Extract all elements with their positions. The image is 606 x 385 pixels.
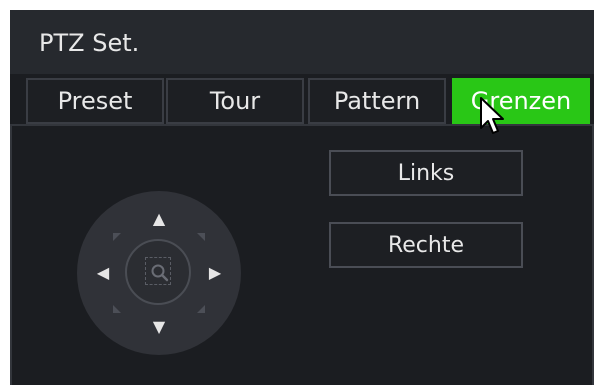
arrow-down-right-icon[interactable]: [197, 305, 205, 313]
arrow-right-icon[interactable]: ▶: [205, 263, 225, 283]
window-title: PTZ Set.: [39, 29, 140, 57]
tab-pattern[interactable]: Pattern: [308, 78, 446, 124]
arrow-up-icon[interactable]: ▲: [149, 209, 169, 229]
mouse-cursor-icon: [480, 97, 504, 134]
links-button[interactable]: Links: [329, 150, 523, 196]
ptz-direction-wheel: ▲ ▼ ◀ ▶: [77, 191, 241, 355]
zoom-icon: [151, 264, 169, 282]
arrow-down-icon[interactable]: ▼: [149, 317, 169, 337]
tab-tour[interactable]: Tour: [166, 78, 304, 124]
arrow-left-icon[interactable]: ◀: [93, 263, 113, 283]
ptz-center-button[interactable]: [125, 239, 191, 305]
arrow-down-left-icon[interactable]: [113, 305, 121, 313]
arrow-up-left-icon[interactable]: [113, 233, 121, 241]
ptz-settings-window: PTZ Set. Preset Tour Pattern Grenzen Lin…: [10, 10, 594, 385]
title-bar: PTZ Set.: [10, 10, 594, 74]
tab-grenzen[interactable]: Grenzen: [452, 78, 590, 124]
rechte-button[interactable]: Rechte: [329, 222, 523, 268]
tab-preset[interactable]: Preset: [26, 78, 164, 124]
arrow-up-right-icon[interactable]: [197, 233, 205, 241]
